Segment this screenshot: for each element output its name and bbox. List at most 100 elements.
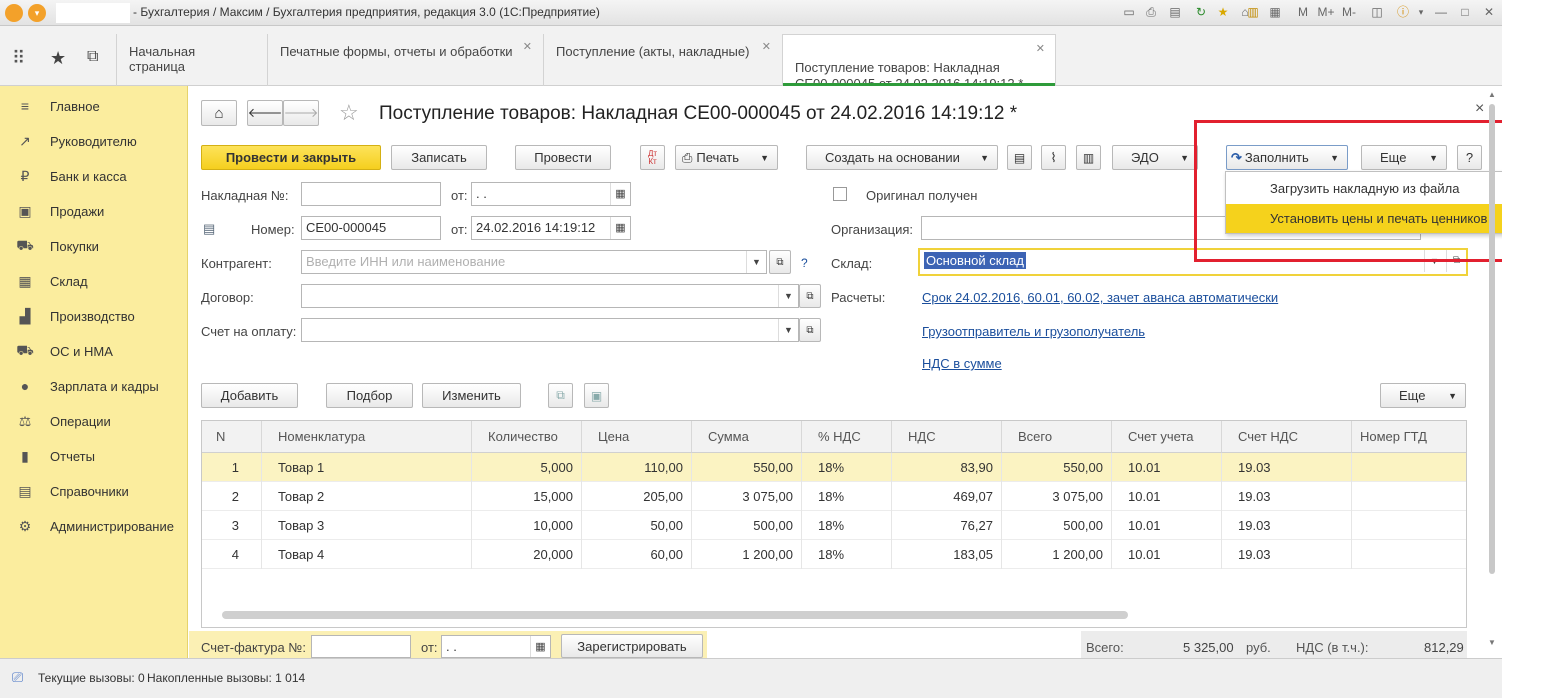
- shipper-consignee-link[interactable]: Грузоотправитель и грузополучатель: [922, 324, 1145, 339]
- customs-number-cell[interactable]: [1352, 482, 1466, 511]
- column-header-vat[interactable]: НДС: [892, 421, 1002, 453]
- column-header-n[interactable]: N: [202, 421, 262, 453]
- sidebar-item-purchases[interactable]: ⛟ Покупки: [0, 231, 188, 261]
- invoice-payment-input[interactable]: ▼: [301, 318, 799, 342]
- sidebar-item-production[interactable]: ▟ Производство: [0, 301, 188, 331]
- price-cell[interactable]: 110,00: [582, 453, 692, 482]
- horizontal-scrollbar[interactable]: [222, 611, 1128, 619]
- tab-close-icon[interactable]: ✕: [762, 40, 771, 53]
- sidebar-item-admin[interactable]: ⚙ Администрирование: [0, 511, 188, 541]
- maximize-icon[interactable]: □: [1456, 3, 1474, 21]
- menu-dropdown-icon[interactable]: ▾: [28, 4, 46, 22]
- total-cell[interactable]: 500,00: [1002, 511, 1112, 540]
- close-document-icon[interactable]: ×: [1475, 100, 1484, 118]
- column-header-quantity[interactable]: Количество: [472, 421, 582, 453]
- contract-input[interactable]: ▼: [301, 284, 799, 308]
- row-number-cell[interactable]: 1: [202, 453, 262, 482]
- tab-home[interactable]: Начальная страница: [116, 34, 266, 86]
- price-cell[interactable]: 50,00: [582, 511, 692, 540]
- contractor-open-button[interactable]: ⧉: [769, 250, 791, 274]
- table-row[interactable]: 3 Товар 3 10,000 50,00 500,00 18% 76,27 500,00 1…: [202, 511, 1466, 540]
- print-icon[interactable]: ⎙: [1142, 3, 1160, 21]
- table-row[interactable]: 4 Товар 4 20,000 60,00 1 200,00 18% 183,05 1 20…: [202, 540, 1466, 569]
- contractor-input[interactable]: Введите ИНН или наименование ▼: [301, 250, 767, 274]
- column-header-vat-account[interactable]: Счет НДС: [1222, 421, 1352, 453]
- post-and-close-button[interactable]: Провести и закрыть: [201, 145, 381, 170]
- sidebar-item-bank[interactable]: ₽ Банк и касса: [0, 161, 188, 191]
- sidebar-item-warehouse[interactable]: ▦ Склад: [0, 266, 188, 296]
- sidebar-item-reports[interactable]: ▮ Отчеты: [0, 441, 188, 471]
- link-icon[interactable]: ↻: [1192, 3, 1210, 21]
- contractor-help-icon[interactable]: ?: [801, 256, 808, 270]
- vat-account-cell[interactable]: 19.03: [1222, 540, 1352, 569]
- column-header-customs-number[interactable]: Номер ГТД: [1352, 421, 1466, 453]
- total-cell[interactable]: 1 200,00: [1002, 540, 1112, 569]
- chevron-down-icon[interactable]: ▼: [778, 319, 798, 341]
- chevron-down-icon[interactable]: ▼: [778, 285, 798, 307]
- sum-cell[interactable]: 3 075,00: [692, 482, 802, 511]
- add-row-button[interactable]: Добавить: [201, 383, 298, 408]
- history-icon[interactable]: ⧉: [87, 48, 98, 66]
- item-cell[interactable]: Товар 2: [262, 482, 472, 511]
- calculator-icon[interactable]: ▥: [1244, 3, 1262, 21]
- item-cell[interactable]: Товар 3: [262, 511, 472, 540]
- back-button[interactable]: 🡐: [247, 100, 283, 126]
- number-date-input[interactable]: 24.02.2016 14:19:12 ▦: [471, 216, 631, 240]
- quantity-cell[interactable]: 15,000: [472, 482, 582, 511]
- column-header-price[interactable]: Цена: [582, 421, 692, 453]
- total-cell[interactable]: 550,00: [1002, 453, 1112, 482]
- favorite-star-icon[interactable]: ☆: [339, 100, 359, 126]
- info-icon[interactable]: ⓘ: [1394, 3, 1412, 21]
- quantity-cell[interactable]: 5,000: [472, 453, 582, 482]
- quantity-cell[interactable]: 10,000: [472, 511, 582, 540]
- invoice-date-input[interactable]: . . ▦: [471, 182, 631, 206]
- vat-account-cell[interactable]: 19.03: [1222, 482, 1352, 511]
- customs-number-cell[interactable]: [1352, 453, 1466, 482]
- original-received-checkbox[interactable]: [833, 187, 847, 201]
- table-row[interactable]: 1 Товар 1 5,000 110,00 550,00 18% 83,90 550,00 1…: [202, 453, 1466, 482]
- save-icon[interactable]: ▭: [1120, 3, 1138, 21]
- total-cell[interactable]: 3 075,00: [1002, 482, 1112, 511]
- m-memory-button[interactable]: M: [1294, 3, 1312, 21]
- invoice-payment-open-button[interactable]: ⧉: [799, 318, 821, 342]
- calendar-icon[interactable]: ▦: [610, 217, 630, 239]
- tab-print-forms[interactable]: Печатные формы, отчеты и обработки ✕: [267, 34, 542, 86]
- table-more-button[interactable]: Еще ▼: [1380, 383, 1466, 408]
- change-button[interactable]: Изменить: [422, 383, 521, 408]
- invoice-number-input[interactable]: [301, 182, 441, 206]
- account-cell[interactable]: 10.01: [1112, 511, 1222, 540]
- vat-account-cell[interactable]: 19.03: [1222, 511, 1352, 540]
- column-header-account[interactable]: Счет учета: [1112, 421, 1222, 453]
- calendar-icon[interactable]: ▦: [1266, 3, 1284, 21]
- sum-cell[interactable]: 1 200,00: [692, 540, 802, 569]
- sidebar-item-references[interactable]: ▤ Справочники: [0, 476, 188, 506]
- create-based-on-button[interactable]: Создать на основании ▼: [806, 145, 998, 170]
- column-header-item[interactable]: Номенклатура: [262, 421, 472, 453]
- document-structure-button[interactable]: ▤: [1007, 145, 1032, 170]
- quantity-cell[interactable]: 20,000: [472, 540, 582, 569]
- vat-rate-cell[interactable]: 18%: [802, 453, 892, 482]
- sidebar-item-operations[interactable]: ⚖ Операции: [0, 406, 188, 436]
- vat-rate-cell[interactable]: 18%: [802, 511, 892, 540]
- close-window-icon[interactable]: ✕: [1480, 3, 1498, 21]
- customs-number-cell[interactable]: [1352, 540, 1466, 569]
- journal-button[interactable]: ▥: [1076, 145, 1101, 170]
- account-cell[interactable]: 10.01: [1112, 453, 1222, 482]
- row-number-cell[interactable]: 4: [202, 540, 262, 569]
- panel-layout-icon[interactable]: ◫: [1368, 3, 1386, 21]
- account-cell[interactable]: 10.01: [1112, 540, 1222, 569]
- chevron-down-icon[interactable]: ▼: [746, 251, 766, 273]
- attach-files-button[interactable]: ⌇: [1041, 145, 1066, 170]
- sum-cell[interactable]: 500,00: [692, 511, 802, 540]
- tab-close-icon[interactable]: ✕: [523, 40, 532, 53]
- document-comment-icon[interactable]: ▤: [203, 221, 215, 237]
- row-number-cell[interactable]: 2: [202, 482, 262, 511]
- sum-cell[interactable]: 550,00: [692, 453, 802, 482]
- favorites-star-icon[interactable]: ★: [50, 48, 66, 69]
- account-cell[interactable]: 10.01: [1112, 482, 1222, 511]
- tab-receipts-list[interactable]: Поступление (акты, накладные) ✕: [543, 34, 781, 86]
- column-header-vat-rate[interactable]: % НДС: [802, 421, 892, 453]
- item-cell[interactable]: Товар 1: [262, 453, 472, 482]
- vat-cell[interactable]: 83,90: [892, 453, 1002, 482]
- column-header-total[interactable]: Всего: [1002, 421, 1112, 453]
